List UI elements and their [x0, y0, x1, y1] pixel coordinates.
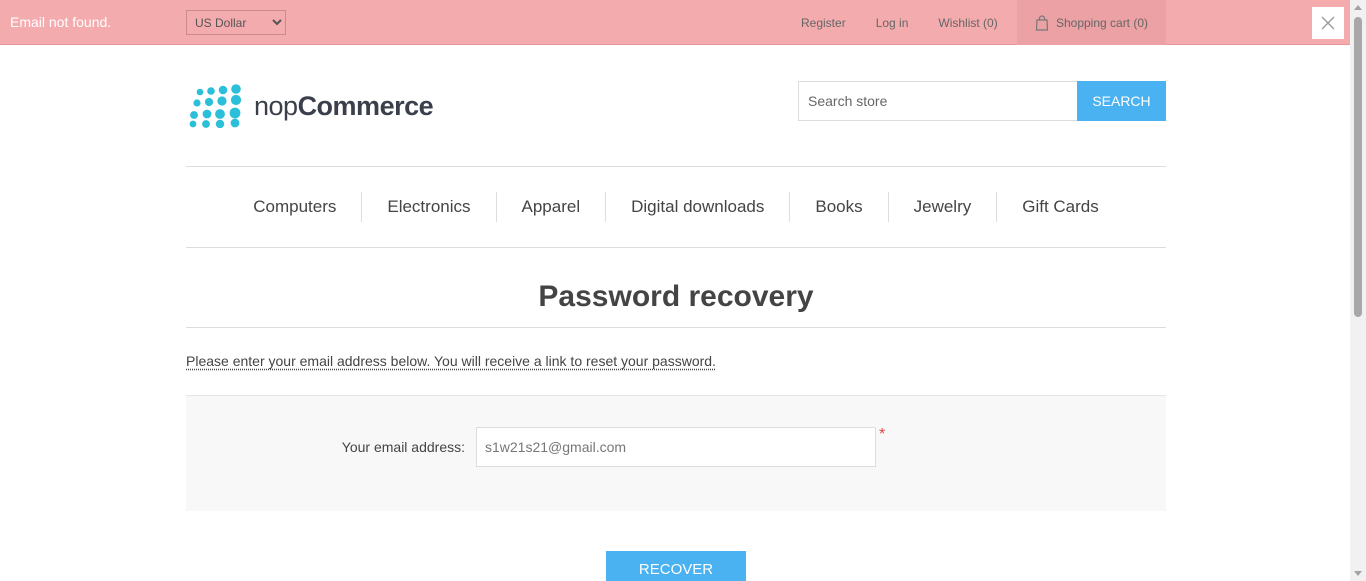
search-box: SEARCH — [798, 81, 1166, 121]
logo-text-bold: Commerce — [297, 90, 434, 121]
search-button[interactable]: SEARCH — [1077, 81, 1166, 121]
login-link[interactable]: Log in — [876, 16, 909, 30]
scroll-up-arrow-icon[interactable] — [1354, 5, 1362, 10]
notification-message: Email not found. — [10, 14, 112, 30]
wishlist-link[interactable]: Wishlist (0) — [938, 16, 997, 30]
scrollbar-thumb[interactable] — [1354, 17, 1362, 317]
header-links: Register Log in Wishlist (0) — [786, 0, 1013, 45]
shopping-cart-link[interactable]: Shopping cart (0) — [1017, 0, 1166, 45]
logo-text: nopCommerce — [254, 90, 434, 122]
search-input[interactable] — [798, 81, 1077, 121]
category-menu: Computers Electronics Apparel Digital do… — [186, 166, 1166, 248]
close-notification-button[interactable] — [1312, 7, 1344, 39]
email-label: Your email address: — [341, 439, 465, 455]
menu-item-jewelry[interactable]: Jewelry — [887, 192, 997, 222]
recover-button[interactable]: RECOVER — [606, 551, 746, 581]
page: Email not found. US Dollar Register Log … — [0, 0, 1366, 581]
menu-item-apparel[interactable]: Apparel — [495, 192, 606, 222]
menu-item-books[interactable]: Books — [789, 192, 887, 222]
menu-item-gift-cards[interactable]: Gift Cards — [996, 192, 1124, 222]
scroll-down-arrow-icon[interactable] — [1354, 571, 1362, 576]
shopping-bag-icon — [1035, 14, 1049, 31]
register-link[interactable]: Register — [801, 16, 846, 30]
menu-item-electronics[interactable]: Electronics — [361, 192, 495, 222]
currency-selector[interactable]: US Dollar — [186, 10, 286, 35]
recovery-form: Your email address: * — [186, 395, 1166, 511]
vertical-scrollbar[interactable] — [1350, 0, 1366, 581]
store-logo[interactable]: nopCommerce — [188, 84, 434, 128]
logo-text-light: nop — [254, 90, 298, 121]
required-marker: * — [879, 426, 886, 443]
close-icon — [1321, 16, 1335, 30]
menu-item-computers[interactable]: Computers — [228, 192, 361, 222]
email-field[interactable] — [476, 427, 876, 467]
shopping-cart-label: Shopping cart (0) — [1055, 15, 1149, 30]
notification-bar: Email not found. US Dollar Register Log … — [0, 0, 1350, 45]
instruction-text: Please enter your email address below. Y… — [186, 353, 716, 369]
logo-dots-icon — [189, 84, 242, 128]
menu-item-digital-downloads[interactable]: Digital downloads — [605, 192, 789, 222]
page-title: Password recovery — [186, 280, 1166, 328]
